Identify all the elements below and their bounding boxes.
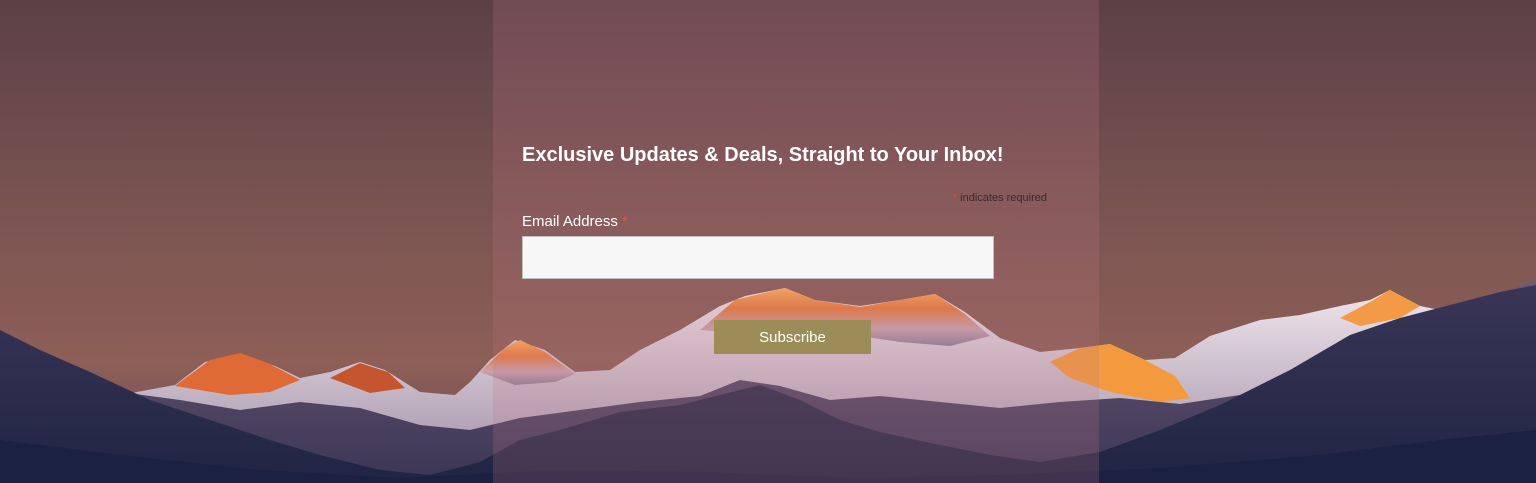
required-note-text: indicates required: [957, 192, 1047, 204]
email-input[interactable]: [522, 236, 994, 279]
subscribe-button[interactable]: Subscribe: [714, 320, 871, 354]
required-note: * indicates required: [900, 192, 1047, 204]
signup-title: Exclusive Updates & Deals, Straight to Y…: [522, 144, 1004, 166]
newsletter-hero: Exclusive Updates & Deals, Straight to Y…: [0, 0, 1536, 483]
email-required-marker: *: [622, 213, 628, 230]
email-label: Email Address *: [522, 213, 628, 230]
email-label-text: Email Address: [522, 213, 618, 230]
